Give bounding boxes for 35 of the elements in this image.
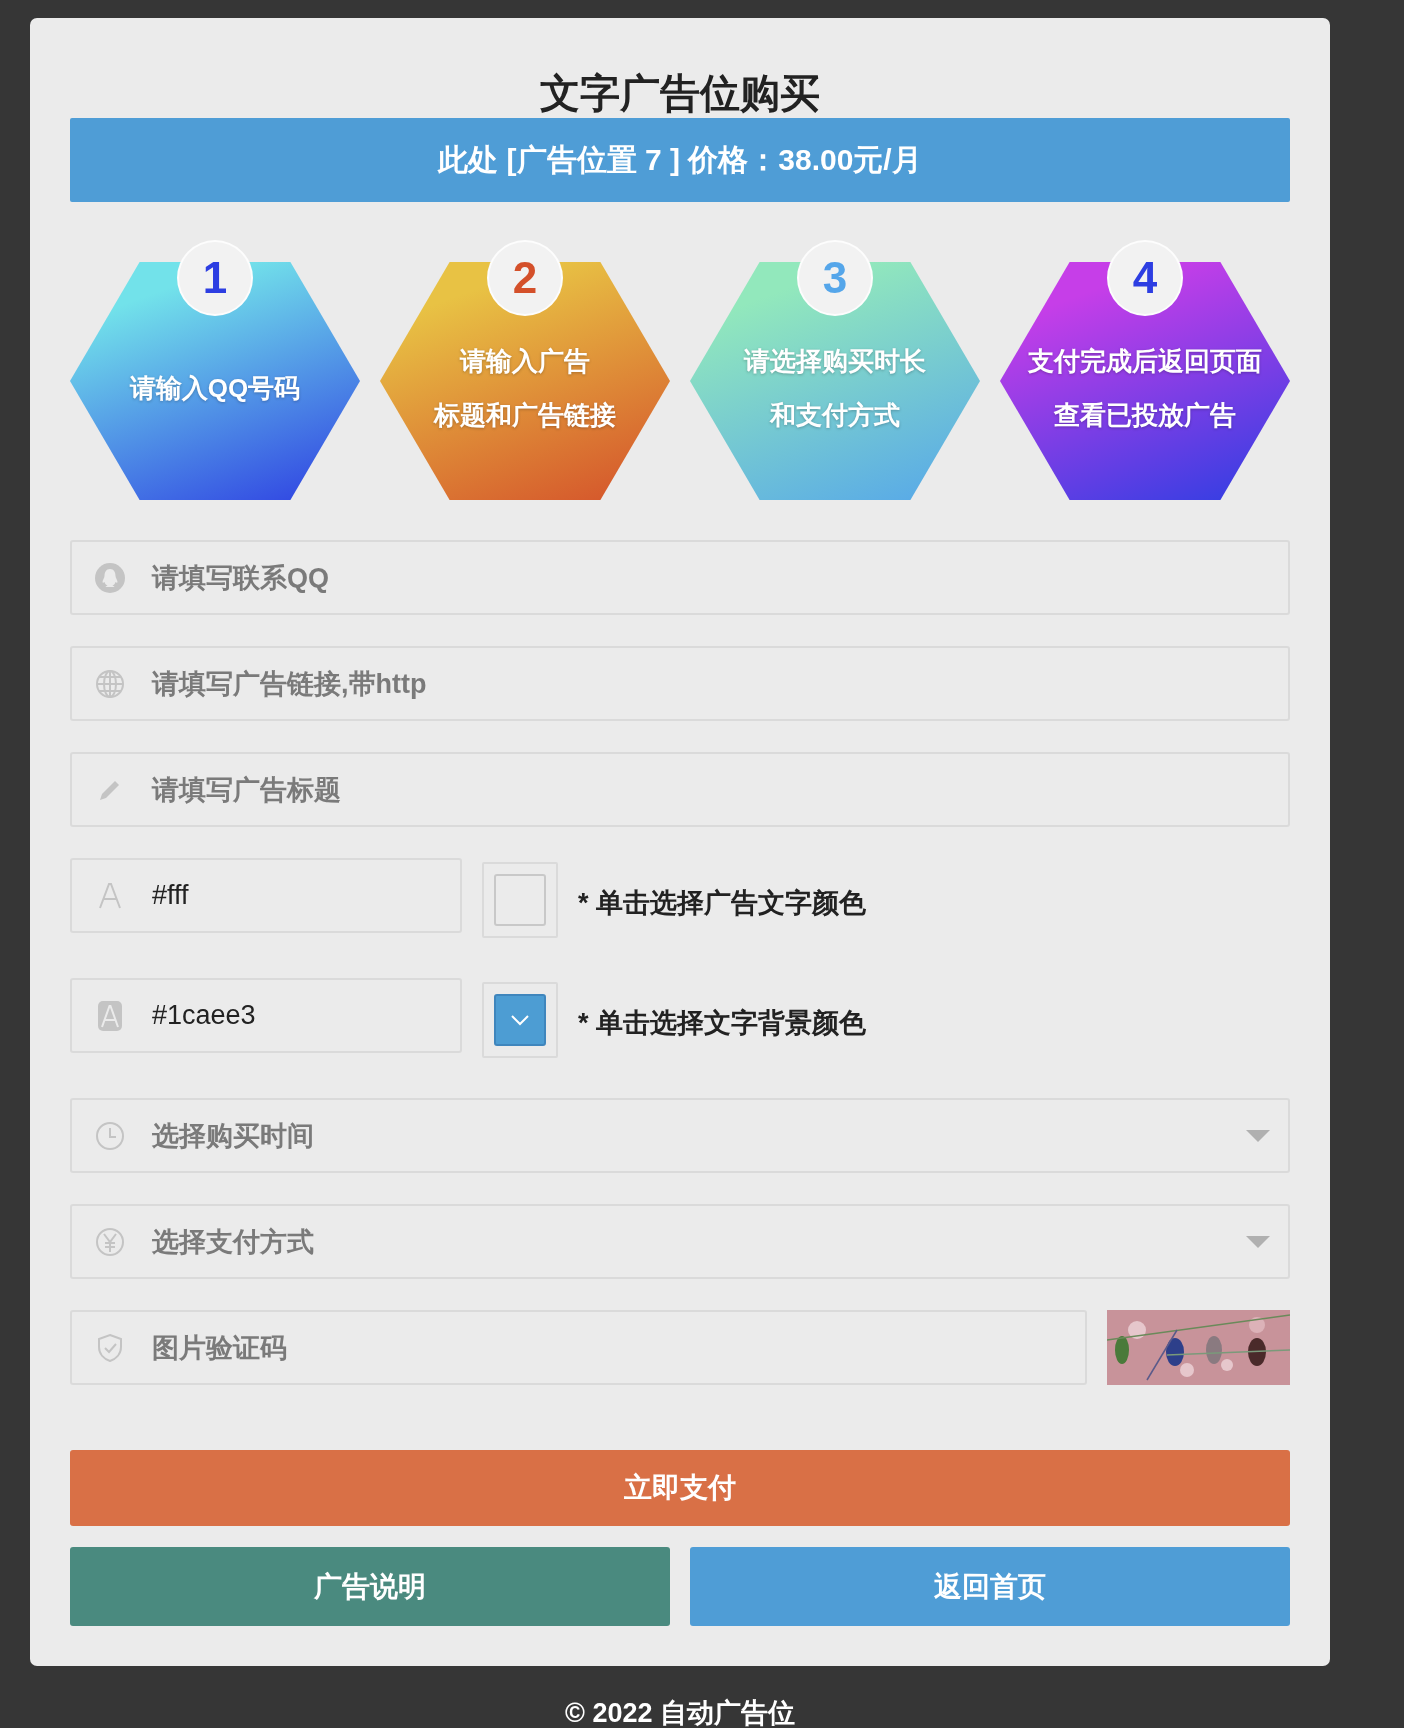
step-number: 4	[1107, 240, 1183, 316]
step-number: 3	[797, 240, 873, 316]
step-text: 查看已投放广告	[1054, 399, 1236, 432]
step-text: 和支付方式	[770, 399, 900, 432]
captcha-field[interactable]: 图片验证码	[70, 1310, 1087, 1385]
caret-icon	[1246, 1129, 1270, 1142]
step-number: 2	[487, 240, 563, 316]
step-text: 请输入QQ号码	[129, 372, 301, 405]
yen-icon	[94, 1225, 126, 1258]
footer-text: © 2022 自动广告位	[565, 1697, 795, 1728]
penguin-icon	[94, 561, 126, 594]
background-color-field[interactable]: #1caee3	[70, 978, 462, 1053]
home-button[interactable]: 返回首页	[690, 1547, 1290, 1626]
step-text: 标题和广告链接	[434, 399, 616, 432]
color-picker[interactable]	[482, 982, 558, 1058]
globe-icon	[94, 667, 126, 700]
price-banner: 此处 [广告位置 7 ] 价格：38.00元/月	[70, 118, 1290, 202]
step-text: 请输入广告	[460, 345, 590, 378]
duration-select[interactable]: 选择购买时间	[70, 1098, 1290, 1173]
page-title: 文字广告位购买	[539, 70, 821, 116]
text-color-field[interactable]: #fff	[70, 858, 462, 933]
color-picker[interactable]	[482, 862, 558, 938]
step-text: 支付完成后返回页面	[1028, 345, 1262, 378]
link-field[interactable]: 请填写广告链接,带http	[70, 646, 1290, 721]
title-field[interactable]: 请填写广告标题	[70, 752, 1290, 827]
info-button[interactable]: 广告说明	[70, 1547, 670, 1626]
clock-icon	[94, 1119, 126, 1152]
qq-field[interactable]: 请填写联系QQ	[70, 540, 1290, 615]
color-hint: * 单击选择文字背景颜色	[578, 1007, 866, 1040]
step-text: 请选择购买时长	[744, 345, 926, 378]
payment-select[interactable]: 选择支付方式	[70, 1204, 1290, 1279]
step-number: 1	[177, 240, 253, 316]
color-hint: * 单击选择广告文字颜色	[578, 887, 866, 920]
caret-icon	[1246, 1235, 1270, 1248]
pay-button[interactable]: 立即支付	[70, 1450, 1290, 1526]
